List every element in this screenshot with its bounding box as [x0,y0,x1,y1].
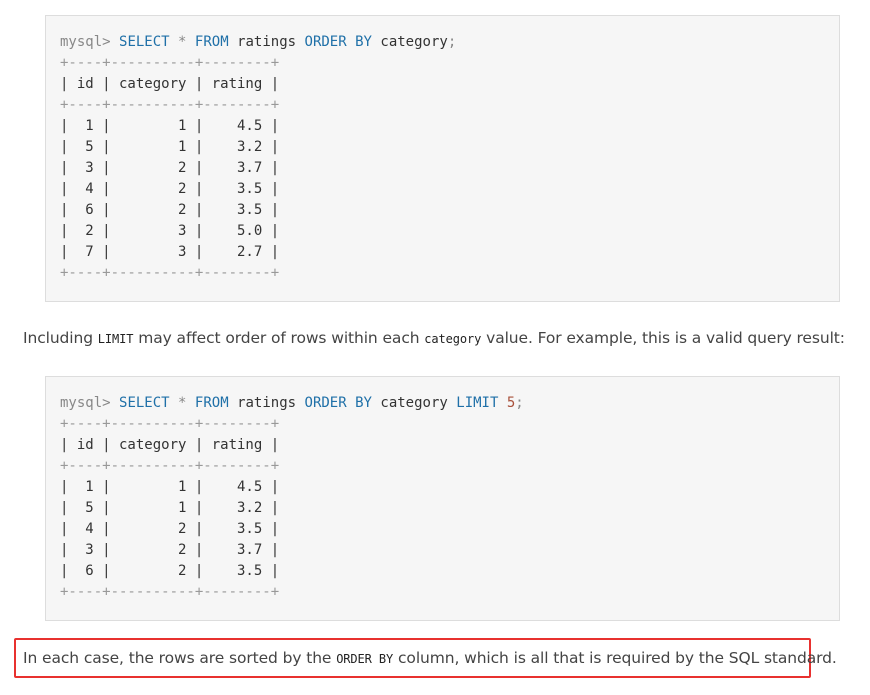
keyword-limit: LIMIT [456,395,499,411]
query-line: mysql> SELECT * FROM ratings ORDER BY ca… [60,393,839,414]
note-text: In each case, the rows are sorted by the [23,649,337,667]
star-operator: * [178,395,187,411]
paragraph-text: value. For example, this is a valid quer… [481,329,845,347]
table-row: | 1 | 1 | 4.5 | [60,479,280,495]
inline-code-limit: LIMIT [97,332,134,346]
table-row: | 6 | 2 | 3.5 | [60,202,280,218]
terminator: ; [447,34,457,50]
table-row: | 4 | 2 | 3.5 | [60,181,280,197]
table-header-row: | id | category | rating | [60,437,280,453]
paragraph-text: Including [23,329,98,347]
code-block-query-1: mysql> SELECT * FROM ratings ORDER BY ca… [45,15,840,302]
mysql-prompt: mysql> [60,395,111,411]
table-border-top: +----+----------+--------+ [60,416,280,432]
explanation-paragraph: Including LIMIT may affect order of rows… [23,324,863,353]
terminator: ; [515,395,524,411]
table-row: | 5 | 1 | 3.2 | [60,139,280,155]
column-name: category [380,34,448,50]
highlighted-note: In each case, the rows are sorted by the… [23,644,837,673]
table-row: | 7 | 3 | 2.7 | [60,244,280,260]
keyword-from: FROM [194,395,229,411]
note-text: column, which is all that is required by… [393,649,837,667]
table-row: | 2 | 3 | 5.0 | [60,223,280,239]
query-line: mysql> SELECT * FROM ratings ORDER BY ca… [60,32,839,53]
keyword-select: SELECT [119,395,170,411]
table-name: ratings [237,395,297,411]
table-name: ratings [237,34,297,50]
keyword-select: SELECT [119,34,170,50]
table-row: | 4 | 2 | 3.5 | [60,521,280,537]
star-operator: * [178,34,187,50]
table-border-mid: +----+----------+--------+ [60,458,280,474]
table-border-mid: +----+----------+--------+ [60,97,280,113]
table-row: | 1 | 1 | 4.5 | [60,118,280,134]
mysql-prompt: mysql> [60,34,111,50]
keyword-order-by: ORDER BY [304,395,372,411]
table-row: | 3 | 2 | 3.7 | [60,160,280,176]
table-row: | 5 | 1 | 3.2 | [60,500,280,516]
code-block-query-2: mysql> SELECT * FROM ratings ORDER BY ca… [45,376,840,621]
keyword-from: FROM [194,34,229,50]
table-row: | 6 | 2 | 3.5 | [60,563,280,579]
inline-code-category: category [424,332,482,346]
inline-code-order-by: ORDER BY [336,652,394,666]
column-name: category [380,395,448,411]
table-border-bottom: +----+----------+--------+ [60,584,280,600]
table-row: | 3 | 2 | 3.7 | [60,542,280,558]
table-header-row: | id | category | rating | [60,76,280,92]
table-border-top: +----+----------+--------+ [60,55,280,71]
table-border-bottom: +----+----------+--------+ [60,265,280,281]
paragraph-text: may affect order of rows within each [133,329,425,347]
keyword-order-by: ORDER BY [304,34,372,50]
